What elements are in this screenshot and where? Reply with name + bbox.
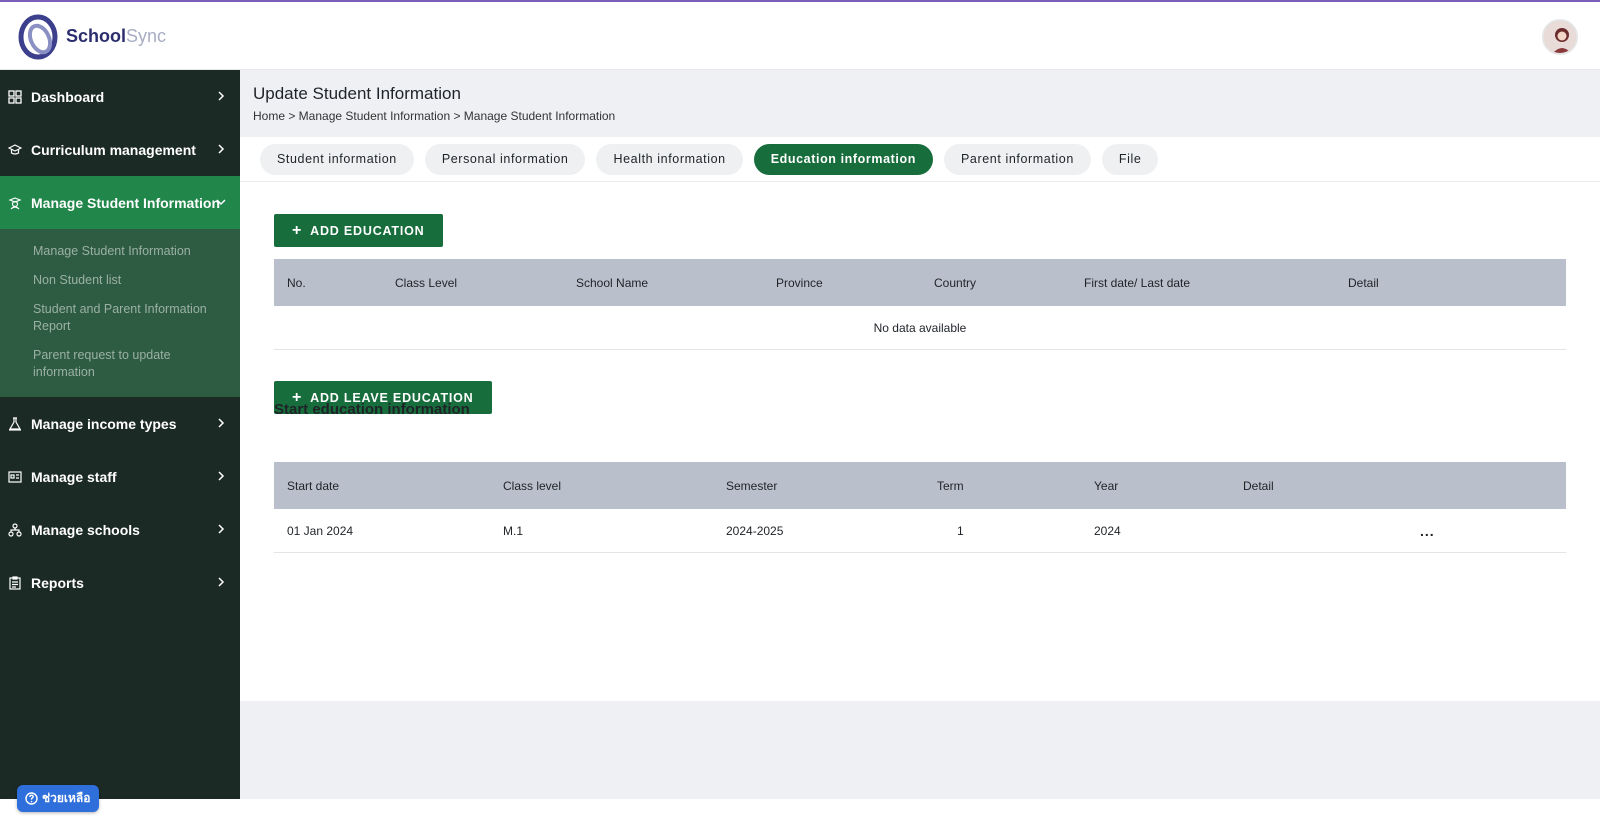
col-detail: Detail: [1243, 478, 1274, 493]
sidebar-item-label: Manage income types: [31, 415, 177, 432]
user-avatar[interactable]: [1542, 19, 1578, 55]
tab-parent-information[interactable]: Parent information: [943, 143, 1091, 175]
hierarchy-icon: [8, 522, 22, 537]
top-bar: SchoolSync: [0, 0, 1600, 70]
page-title: Update Student Information: [253, 84, 461, 103]
empty-state: No data available: [274, 306, 1566, 350]
col-year: Year: [1094, 478, 1119, 493]
tab-student-information[interactable]: Student information: [260, 143, 414, 175]
col-class-level: Class level: [503, 478, 562, 493]
submenu-item-manage-student[interactable]: Manage Student Information: [0, 237, 240, 266]
start-education-table: Start date Class level Semester Term Yea…: [274, 462, 1566, 553]
chevron-right-icon: [218, 91, 225, 101]
col-province: Province: [776, 275, 823, 290]
breadcrumb: Home > Manage Student Information > Mana…: [253, 109, 616, 123]
student-submenu: Manage Student Information Non Student l…: [0, 229, 240, 397]
add-education-label: ADD EDUCATION: [310, 223, 425, 238]
cell-year: 2024: [1094, 523, 1121, 538]
more-options-icon[interactable]: ...: [1420, 523, 1435, 539]
help-label: ช่วยเหลือ: [42, 791, 91, 805]
chevron-right-icon: [218, 524, 225, 534]
sidebar-item-curriculum[interactable]: Curriculum management: [0, 123, 240, 176]
tab-personal-information[interactable]: Personal information: [424, 143, 586, 175]
avatar-icon: [1544, 21, 1576, 53]
sidebar-item-dashboard[interactable]: Dashboard: [0, 70, 240, 123]
col-start-date: Start date: [287, 478, 340, 493]
education-table-header: No. Class Level School Name Province Cou…: [274, 259, 1566, 306]
app-name-part2: Sync: [126, 25, 167, 46]
chevron-down-icon: [216, 199, 226, 206]
tab-file[interactable]: File: [1101, 143, 1159, 175]
start-table-header: Start date Class level Semester Term Yea…: [274, 462, 1566, 509]
chevron-right-icon: [218, 577, 225, 587]
sidebar-item-label: Manage staff: [31, 468, 117, 485]
sidebar-item-label: Reports: [31, 574, 84, 591]
grid-icon: [8, 89, 22, 104]
col-semester: Semester: [726, 478, 778, 493]
add-education-button[interactable]: + ADD EDUCATION: [274, 214, 443, 247]
page-header: Update Student Information Home > Manage…: [240, 70, 1600, 137]
sidebar-item-label: Curriculum management: [31, 141, 196, 158]
graduation-cap-icon: [8, 143, 22, 157]
col-no: No.: [287, 275, 306, 290]
id-card-icon: [8, 470, 22, 484]
app-name-part1: School: [66, 25, 127, 46]
education-table: No. Class Level School Name Province Cou…: [274, 259, 1566, 350]
sidebar-item-manage-student[interactable]: Manage Student Information: [0, 176, 240, 229]
col-school-name: School Name: [576, 275, 649, 290]
question-icon: [25, 792, 38, 805]
sidebar-item-label: Dashboard: [31, 88, 105, 105]
main-area: Update Student Information Home > Manage…: [240, 70, 1600, 799]
col-country: Country: [934, 275, 977, 290]
tab-education-information[interactable]: Education information: [753, 143, 933, 175]
sidebar-item-manage-schools[interactable]: Manage schools: [0, 503, 240, 556]
cell-term: 1: [957, 523, 964, 538]
sidebar-item-label: Manage schools: [31, 521, 140, 538]
table-row: 01 Jan 2024 M.1 2024-2025 1 2024 ...: [274, 509, 1566, 553]
clipboard-icon: [8, 575, 22, 590]
sidebar-item-label: Manage Student Information: [31, 194, 220, 211]
submenu-item-report[interactable]: Student and Parent Information Report: [0, 295, 240, 341]
col-first-last-date: First date/ Last date: [1084, 275, 1191, 290]
flask-icon: [8, 416, 22, 431]
chevron-right-icon: [218, 418, 225, 428]
app-name: SchoolSync: [66, 26, 166, 47]
logo-icon: [18, 14, 58, 60]
sidebar: Dashboard Curriculum management Manage S…: [0, 70, 240, 799]
chevron-right-icon: [218, 471, 225, 481]
tab-health-information[interactable]: Health information: [596, 143, 743, 175]
start-education-title: Start education information: [274, 401, 470, 418]
student-icon: [8, 196, 22, 210]
col-class-level: Class Level: [395, 275, 458, 290]
submenu-item-non-student[interactable]: Non Student list: [0, 266, 240, 295]
content-card: Student information Personal information…: [240, 137, 1600, 701]
sidebar-item-reports[interactable]: Reports: [0, 556, 240, 609]
help-button[interactable]: ช่วยเหลือ: [17, 785, 99, 812]
chevron-right-icon: [218, 144, 225, 154]
col-detail: Detail: [1348, 275, 1379, 290]
plus-icon: +: [292, 221, 303, 239]
sidebar-item-income-types[interactable]: Manage income types: [0, 397, 240, 450]
submenu-item-parent-request[interactable]: Parent request to update information: [0, 341, 240, 387]
cell-semester: 2024-2025: [726, 523, 784, 538]
app-logo[interactable]: SchoolSync: [16, 12, 166, 60]
cell-start-date: 01 Jan 2024: [287, 523, 354, 538]
sidebar-item-manage-staff[interactable]: Manage staff: [0, 450, 240, 503]
cell-class-level: M.1: [503, 523, 524, 538]
tab-bar: Student information Personal information…: [240, 137, 1600, 182]
col-term: Term: [937, 478, 964, 493]
